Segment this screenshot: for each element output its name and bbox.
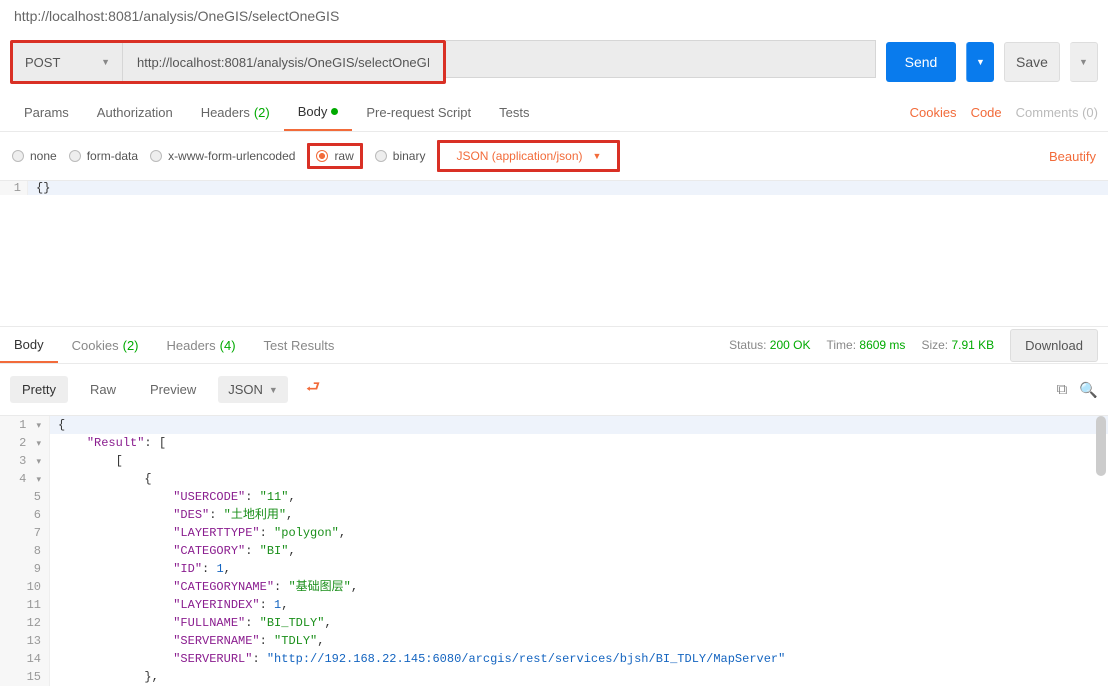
line-number: 2 ▾ <box>0 434 50 452</box>
code-content: "USERCODE": "11", <box>50 488 1108 506</box>
url-input-rest[interactable] <box>446 40 876 78</box>
send-button[interactable]: Send <box>886 42 956 82</box>
url-input[interactable] <box>123 43 443 81</box>
response-tabs: Body Cookies (2) Headers (4) Test Result… <box>0 326 1108 364</box>
radio-xwww[interactable]: x-www-form-urlencoded <box>150 149 295 163</box>
code-content: { <box>50 470 1108 488</box>
wrap-lines-icon[interactable]: ⮐ <box>298 372 328 407</box>
code-content: "FULLNAME": "BI_TDLY", <box>50 614 1108 632</box>
view-mode-row: Pretty Raw Preview JSON ▼ ⮐ ⧉ 🔍 <box>0 364 1108 416</box>
send-dropdown[interactable]: ▼ <box>966 42 994 82</box>
response-line: 9 "ID": 1, <box>0 560 1108 578</box>
line-number: 1 ▾ <box>0 416 50 434</box>
search-icon[interactable]: 🔍 <box>1079 381 1098 399</box>
tab-params[interactable]: Params <box>10 94 83 131</box>
line-number: 14 <box>0 650 50 668</box>
code-content: "LAYERINDEX": 1, <box>50 596 1108 614</box>
line-number: 6 <box>0 506 50 524</box>
radio-none[interactable]: none <box>12 149 57 163</box>
response-line: 4 ▾ { <box>0 470 1108 488</box>
request-tabs: Params Authorization Headers (2) Body Pr… <box>0 94 1108 132</box>
body-modified-dot <box>331 108 338 115</box>
line-number: 10 <box>0 578 50 596</box>
view-preview[interactable]: Preview <box>138 376 208 403</box>
body-type-row: none form-data x-www-form-urlencoded raw… <box>0 132 1108 181</box>
resp-tab-cookies[interactable]: Cookies (2) <box>58 327 153 363</box>
resp-tab-tests[interactable]: Test Results <box>250 327 349 363</box>
line-number: 11 <box>0 596 50 614</box>
resp-tab-headers[interactable]: Headers (4) <box>153 327 250 363</box>
response-line: 8 "CATEGORY": "BI", <box>0 542 1108 560</box>
format-select[interactable]: JSON ▼ <box>218 376 288 403</box>
response-line: 7 "LAYERTTYPE": "polygon", <box>0 524 1108 542</box>
download-button[interactable]: Download <box>1010 329 1098 362</box>
request-title: http://localhost:8081/analysis/OneGIS/se… <box>0 0 1108 30</box>
view-raw[interactable]: Raw <box>78 376 128 403</box>
line-number: 7 <box>0 524 50 542</box>
code-content: }, <box>50 668 1108 686</box>
save-dropdown[interactable]: ▼ <box>1070 42 1098 82</box>
code-content: "SERVERURL": "http://192.168.22.145:6080… <box>50 650 1108 668</box>
code-content: "CATEGORYNAME": "基础图层", <box>50 578 1108 596</box>
line-number: 5 <box>0 488 50 506</box>
response-line: 14 "SERVERURL": "http://192.168.22.145:6… <box>0 650 1108 668</box>
tab-prerequest[interactable]: Pre-request Script <box>352 94 485 131</box>
response-line: 11 "LAYERINDEX": 1, <box>0 596 1108 614</box>
line-number: 4 ▾ <box>0 470 50 488</box>
response-line: 5 "USERCODE": "11", <box>0 488 1108 506</box>
content-type-select[interactable]: JSON (application/json) ▼ <box>446 146 611 166</box>
request-row: POST ▼ Send ▼ Save ▼ <box>0 30 1108 94</box>
response-line: 12 "FULLNAME": "BI_TDLY", <box>0 614 1108 632</box>
chevron-down-icon: ▼ <box>101 57 110 67</box>
method-value: POST <box>25 55 60 70</box>
response-line: 10 "CATEGORYNAME": "基础图层", <box>0 578 1108 596</box>
line-number: 13 <box>0 632 50 650</box>
code-content: "CATEGORY": "BI", <box>50 542 1108 560</box>
line-number: 12 <box>0 614 50 632</box>
request-body-editor[interactable]: 1 {} <box>0 181 1108 326</box>
view-pretty[interactable]: Pretty <box>10 376 68 403</box>
copy-icon[interactable]: ⧉ <box>1057 381 1068 399</box>
tab-authorization[interactable]: Authorization <box>83 94 187 131</box>
code-content: "LAYERTTYPE": "polygon", <box>50 524 1108 542</box>
response-line: 1 ▾{ <box>0 416 1108 434</box>
line-number: 15 <box>0 668 50 686</box>
code-content: "ID": 1, <box>50 560 1108 578</box>
link-code[interactable]: Code <box>971 105 1002 120</box>
radio-raw[interactable]: raw <box>316 149 353 163</box>
response-line: 15 }, <box>0 668 1108 686</box>
tab-tests[interactable]: Tests <box>485 94 543 131</box>
code-content: { <box>50 416 1108 434</box>
scrollbar[interactable] <box>1096 416 1106 686</box>
response-line: 13 "SERVERNAME": "TDLY", <box>0 632 1108 650</box>
line-number: 8 <box>0 542 50 560</box>
chevron-down-icon: ▼ <box>593 151 602 161</box>
response-body[interactable]: 1 ▾{2 ▾ "Result": [3 ▾ [4 ▾ {5 "USERCODE… <box>0 416 1108 686</box>
tab-headers[interactable]: Headers (2) <box>187 94 284 131</box>
link-comments[interactable]: Comments (0) <box>1016 105 1098 120</box>
line-number: 9 <box>0 560 50 578</box>
beautify-link[interactable]: Beautify <box>1049 149 1096 164</box>
link-cookies[interactable]: Cookies <box>910 105 957 120</box>
line-number: 3 ▾ <box>0 452 50 470</box>
editor-gutter: 1 <box>0 181 28 195</box>
method-select[interactable]: POST ▼ <box>13 43 123 81</box>
code-content: "DES": "土地利用", <box>50 506 1108 524</box>
radio-formdata[interactable]: form-data <box>69 149 138 163</box>
radio-binary[interactable]: binary <box>375 149 426 163</box>
response-line: 6 "DES": "土地利用", <box>0 506 1108 524</box>
save-button[interactable]: Save <box>1004 42 1060 82</box>
code-content: "SERVERNAME": "TDLY", <box>50 632 1108 650</box>
chevron-down-icon: ▼ <box>269 385 278 395</box>
resp-tab-body[interactable]: Body <box>0 327 58 363</box>
code-content: "Result": [ <box>50 434 1108 452</box>
tab-body[interactable]: Body <box>284 94 353 131</box>
response-line: 2 ▾ "Result": [ <box>0 434 1108 452</box>
code-content: [ <box>50 452 1108 470</box>
editor-code[interactable]: {} <box>28 181 1108 195</box>
response-line: 3 ▾ [ <box>0 452 1108 470</box>
